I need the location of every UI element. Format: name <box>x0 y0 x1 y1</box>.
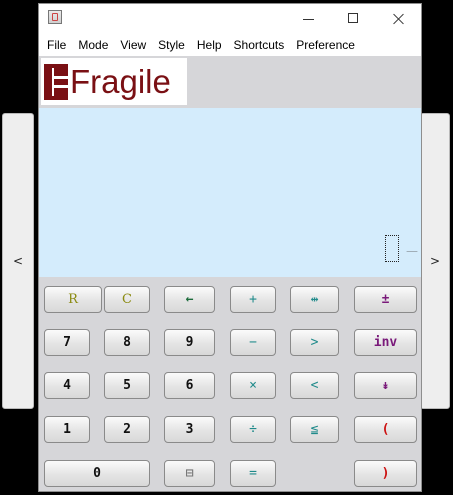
key-r[interactable]: R <box>44 286 102 313</box>
key-2[interactable]: 2 <box>104 416 150 443</box>
chevron-right-icon: > <box>429 254 441 268</box>
java-app-icon[interactable] <box>48 10 62 24</box>
menu-preference[interactable]: Preference <box>290 34 361 56</box>
key-backspace[interactable]: ← <box>164 286 215 313</box>
key-equals[interactable]: = <box>230 460 276 487</box>
key-6[interactable]: 6 <box>164 372 215 399</box>
key-less[interactable]: < <box>290 372 339 399</box>
key-0[interactable]: 0 <box>44 460 150 487</box>
key-divide[interactable]: ÷ <box>230 416 276 443</box>
key-fraction[interactable]: ⊟ <box>164 460 215 487</box>
key-plus-minus[interactable]: ± <box>354 286 417 313</box>
logo-text: Fragile <box>70 63 171 100</box>
key-greater[interactable]: > <box>290 329 339 356</box>
previous-panel-button[interactable]: < <box>2 113 34 409</box>
chevron-left-icon: < <box>12 254 24 268</box>
key-close-paren[interactable]: ) <box>354 460 417 487</box>
logo-area: Fragile <box>39 56 421 108</box>
key-8[interactable]: 8 <box>104 329 150 356</box>
menu-bar: File Mode View Style Help Shortcuts Pref… <box>39 34 421 56</box>
key-less-equal[interactable]: ≦ <box>290 416 339 443</box>
key-inv[interactable]: inv <box>354 329 417 356</box>
maximize-button[interactable] <box>344 9 364 29</box>
calculator-display: — <box>39 108 421 277</box>
close-button[interactable] <box>389 9 409 29</box>
key-minus[interactable]: − <box>230 329 276 356</box>
fragile-logo: Fragile <box>41 58 187 105</box>
next-panel-button[interactable]: > <box>420 113 450 409</box>
key-multiply[interactable]: × <box>230 372 276 399</box>
menu-mode[interactable]: Mode <box>72 34 114 56</box>
menu-style[interactable]: Style <box>152 34 191 56</box>
key-9[interactable]: 9 <box>164 329 215 356</box>
key-1[interactable]: 1 <box>44 416 90 443</box>
menu-help[interactable]: Help <box>191 34 228 56</box>
key-open-paren[interactable]: ( <box>354 416 417 443</box>
menu-view[interactable]: View <box>114 34 152 56</box>
menu-shortcuts[interactable]: Shortcuts <box>228 34 291 56</box>
keypad: R C ← + ⇹ ± 7 8 9 − > inv 4 5 6 × < ↡ 1 … <box>39 277 421 491</box>
key-4[interactable]: 4 <box>44 372 90 399</box>
key-c[interactable]: C <box>104 286 150 313</box>
display-dash: — <box>406 244 418 258</box>
key-swap[interactable]: ⇹ <box>290 286 339 313</box>
menu-file[interactable]: File <box>41 34 72 56</box>
input-cursor-box[interactable] <box>385 235 399 262</box>
key-5[interactable]: 5 <box>104 372 150 399</box>
calculator-window: File Mode View Style Help Shortcuts Pref… <box>38 3 422 492</box>
key-7[interactable]: 7 <box>44 329 90 356</box>
title-bar <box>39 4 421 34</box>
key-drop[interactable]: ↡ <box>354 372 417 399</box>
minimize-button[interactable] <box>299 9 319 29</box>
logo-mark-icon <box>44 63 68 100</box>
key-3[interactable]: 3 <box>164 416 215 443</box>
key-plus[interactable]: + <box>230 286 276 313</box>
